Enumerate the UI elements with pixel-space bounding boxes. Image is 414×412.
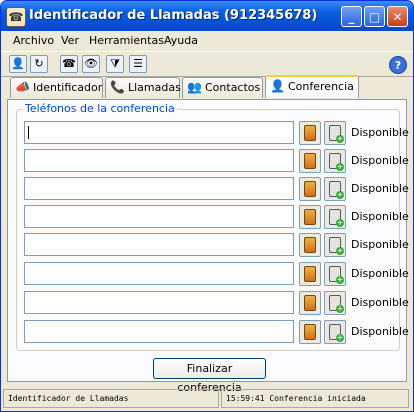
add-phone-icon[interactable]: + — [324, 149, 346, 173]
phonebook-icon[interactable] — [299, 121, 321, 145]
add-phone-icon[interactable]: + — [324, 205, 346, 229]
add-phone-icon[interactable]: + — [324, 177, 346, 201]
phone-status: Disponible — [351, 296, 409, 309]
phonebook-icon[interactable] — [299, 262, 321, 286]
calls-icon: 📞 — [110, 80, 125, 94]
app-window: ☎ Identificador de Llamadas (912345678) … — [0, 0, 414, 412]
minimize-button[interactable]: _ — [341, 6, 362, 27]
status-message: 15:59:41 Conferencia iniciada — [221, 389, 409, 408]
phonebook-icon[interactable] — [299, 177, 321, 201]
menu-herramientas[interactable]: Herramientas — [89, 34, 164, 47]
tab-contactos[interactable]: 👥 Contactos — [182, 77, 263, 98]
phone-app-icon[interactable]: ☎ — [6, 7, 26, 27]
phone-row: + Disponible — [24, 233, 409, 257]
conference-phones-group: Teléfonos de la conferencia + Disponible… — [16, 102, 409, 351]
phone-row: + Disponible — [24, 291, 409, 315]
phone-input[interactable] — [24, 291, 294, 314]
phone-input[interactable] — [24, 177, 294, 200]
contacts-icon: 👥 — [187, 80, 202, 94]
phone-input[interactable] — [24, 121, 294, 144]
conference-panel: Teléfonos de la conferencia + Disponible… — [7, 99, 409, 394]
eye-icon[interactable]: 👁 — [82, 55, 100, 73]
phone-status: Disponible — [351, 182, 409, 195]
status-app-name: Identificador de Llamadas — [3, 389, 219, 408]
phone-row: + Disponible — [24, 262, 409, 286]
phone-row: + Disponible — [24, 320, 409, 344]
tab-label: Conferencia — [288, 80, 354, 93]
add-phone-icon[interactable]: + — [324, 291, 346, 315]
phone-input[interactable] — [24, 320, 294, 343]
tab-conferencia[interactable]: 👤 Conferencia — [265, 75, 359, 98]
phonebook-icon[interactable] — [299, 291, 321, 315]
tab-label: Llamadas — [128, 81, 181, 94]
phone-row: + Disponible — [24, 205, 409, 229]
phone-input[interactable] — [24, 262, 294, 285]
add-phone-icon[interactable]: + — [324, 233, 346, 257]
window-title: Identificador de Llamadas (912345678) — [29, 8, 318, 23]
text-caret — [28, 126, 29, 139]
phone-status: Disponible — [351, 154, 409, 167]
list-icon[interactable]: ☰ — [129, 55, 147, 73]
toolbar: 👤 ↻ ☎ 👁 ⧩ ☰ ? — [1, 51, 413, 77]
tab-llamadas[interactable]: 📞 Llamadas — [105, 77, 181, 98]
menu-bar: Archivo Ver Herramientas Ayuda — [1, 31, 413, 50]
phone-status: Disponible — [351, 210, 409, 223]
group-label: Teléfonos de la conferencia — [23, 102, 177, 115]
help-icon[interactable]: ? — [389, 56, 407, 74]
phonebook-icon[interactable] — [299, 233, 321, 257]
phone-input[interactable] — [24, 233, 294, 256]
phone-status: Disponible — [351, 325, 409, 338]
conference-icon: 👤 — [270, 79, 285, 93]
status-bar: Identificador de Llamadas 15:59:41 Confe… — [1, 387, 413, 411]
tab-label: Contactos — [205, 81, 261, 94]
phone-input[interactable] — [24, 205, 294, 228]
menu-ver[interactable]: Ver — [61, 34, 79, 47]
user-icon[interactable]: 👤 — [9, 55, 27, 73]
phone-row: + Disponible — [24, 121, 409, 145]
title-bar[interactable]: ☎ Identificador de Llamadas (912345678) … — [1, 1, 413, 31]
add-phone-icon[interactable]: + — [324, 262, 346, 286]
phonebook-icon[interactable] — [299, 320, 321, 344]
phone-status: Disponible — [351, 126, 409, 139]
finish-conference-button[interactable]: Finalizar conferencia — [153, 358, 266, 394]
tab-label: Identificador — [33, 81, 103, 94]
phone-input[interactable] — [24, 149, 294, 172]
phone-status: Disponible — [351, 267, 409, 280]
maximize-button[interactable]: □ — [364, 6, 385, 27]
menu-ayuda[interactable]: Ayuda — [164, 34, 198, 47]
phonebook-icon[interactable] — [299, 149, 321, 173]
phone-row: + Disponible — [24, 149, 409, 173]
filter-icon[interactable]: ⧩ — [106, 55, 124, 73]
add-phone-icon[interactable]: + — [324, 121, 346, 145]
close-button[interactable]: ✕ — [387, 6, 408, 27]
megaphone-icon: 📣 — [15, 80, 30, 94]
phonebook-icon[interactable] — [299, 205, 321, 229]
refresh-icon[interactable]: ↻ — [30, 55, 48, 73]
phone-icon[interactable]: ☎ — [60, 55, 78, 73]
phone-status: Disponible — [351, 238, 409, 251]
tab-identificador[interactable]: 📣 Identificador — [10, 77, 103, 98]
phone-row: + Disponible — [24, 177, 409, 201]
add-phone-icon[interactable]: + — [324, 320, 346, 344]
menu-archivo[interactable]: Archivo — [13, 34, 54, 47]
